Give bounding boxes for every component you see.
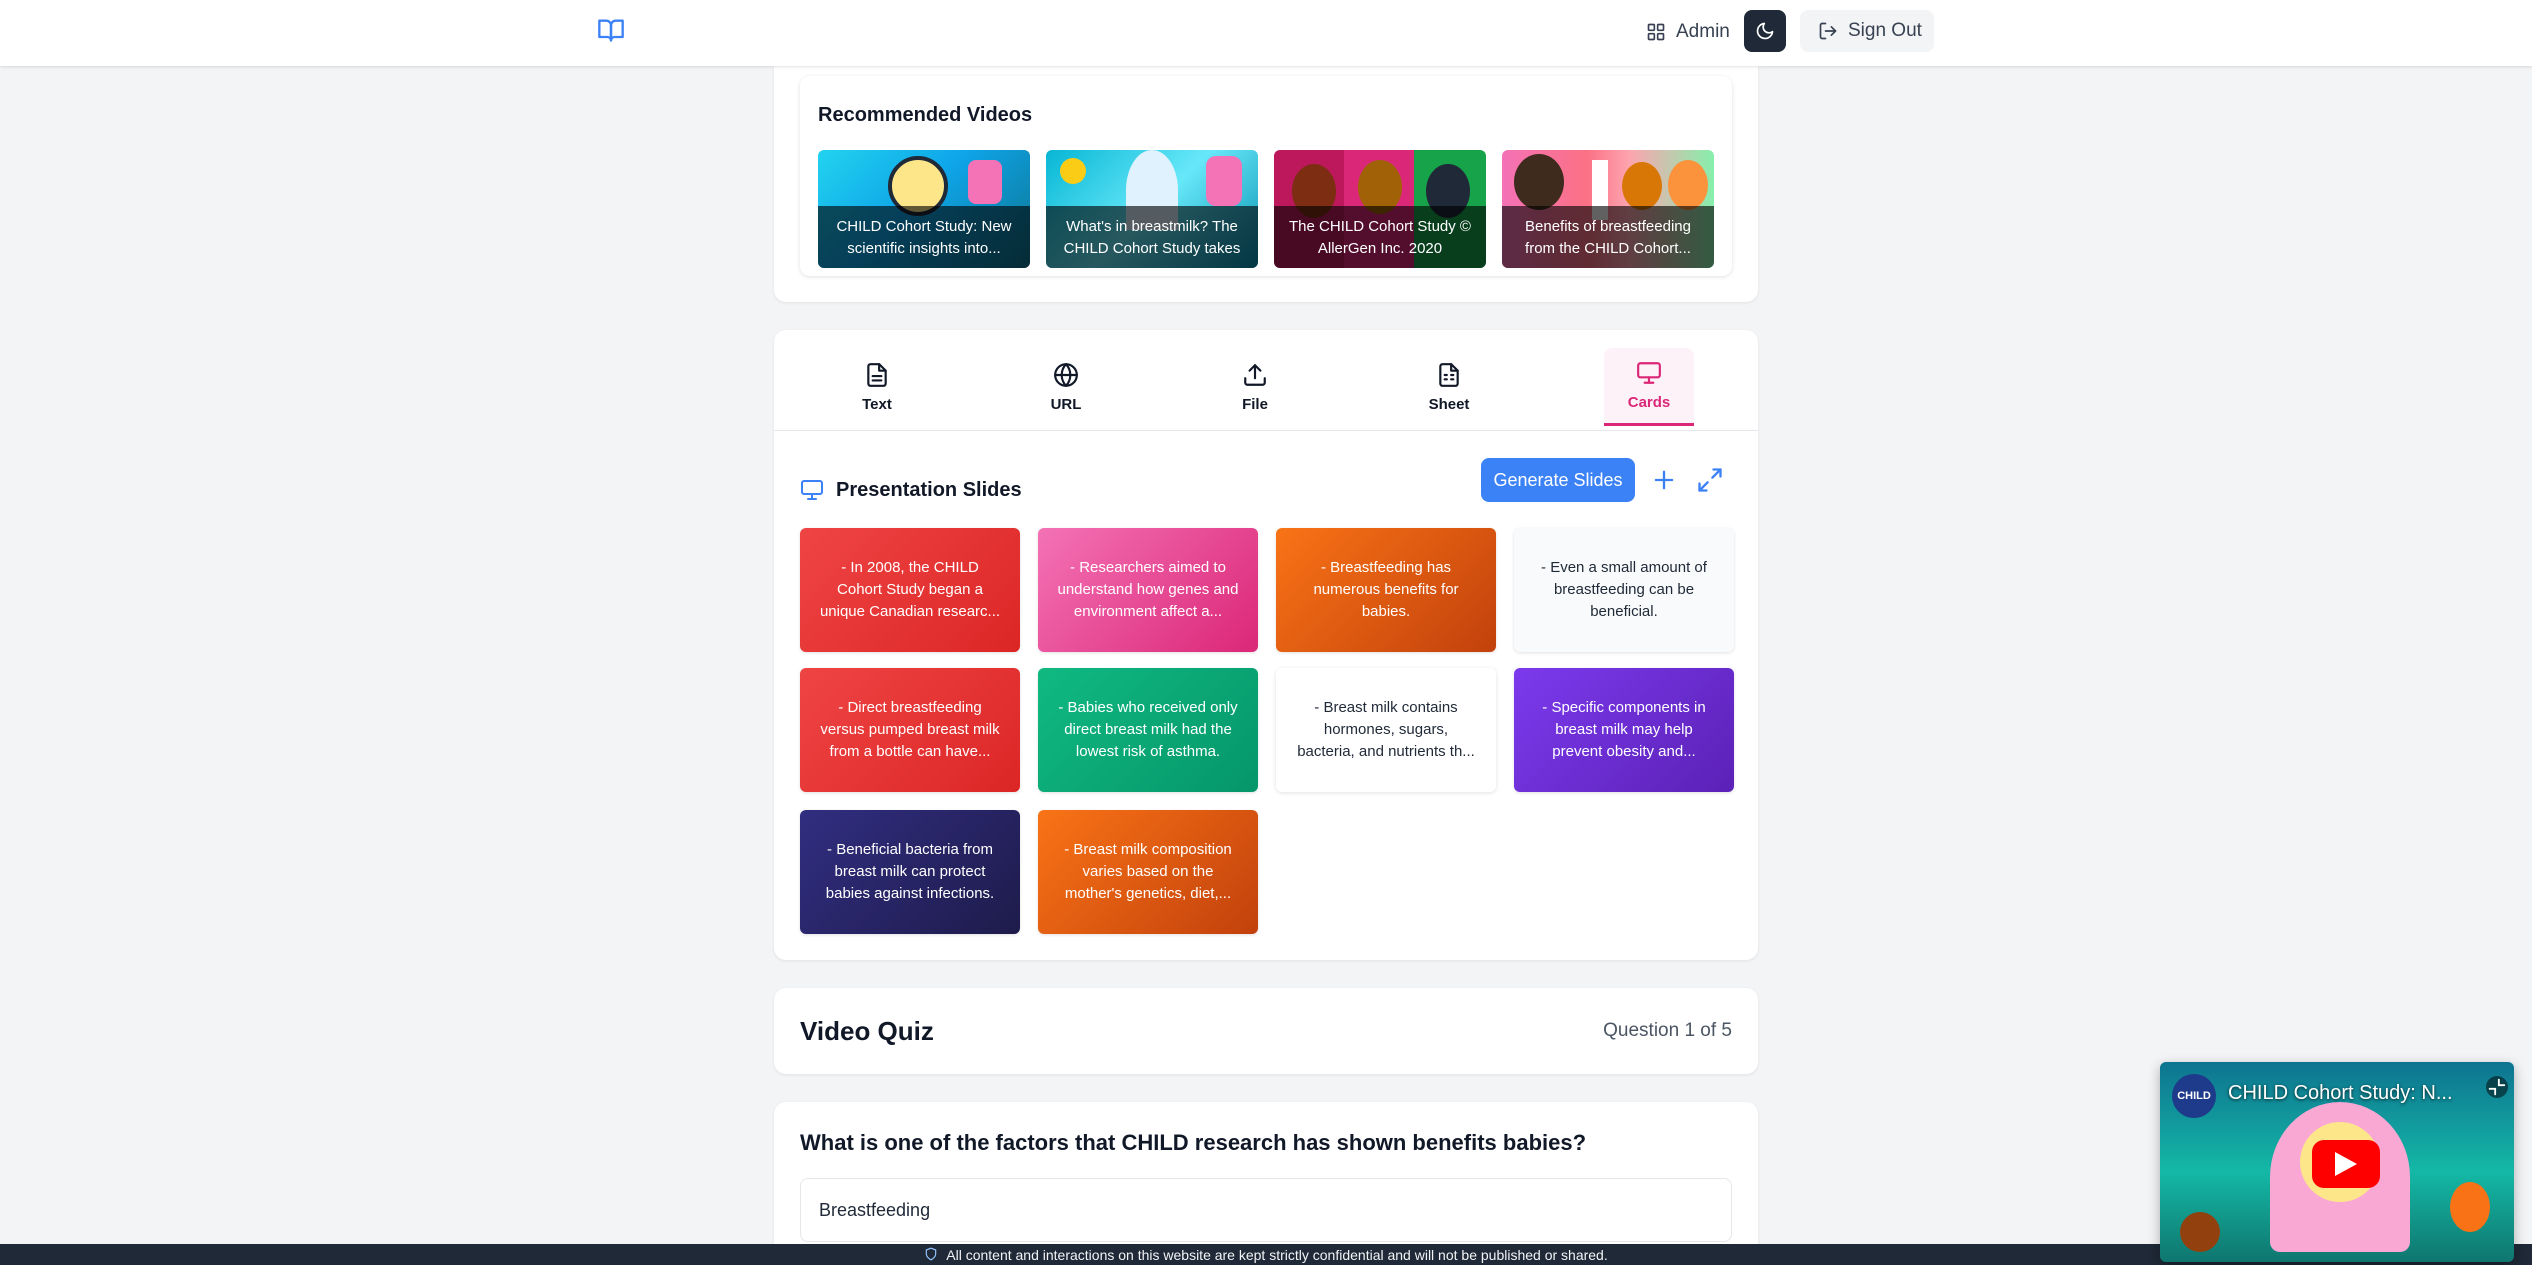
slide-text: - In 2008, the CHILD Cohort Study began … bbox=[819, 559, 1001, 620]
slide-text: - Breastfeeding has numerous benefits fo… bbox=[1313, 559, 1459, 620]
admin-label: Admin bbox=[1676, 21, 1730, 42]
tab-label: Sheet bbox=[1428, 395, 1470, 413]
file-text-icon bbox=[867, 362, 887, 387]
video-quiz-header: Video Quiz Question 1 of 5 bbox=[774, 988, 1758, 1074]
play-icon bbox=[2335, 1152, 2357, 1176]
content-tabs-panel: Text URL File Sheet Cards Presentation S… bbox=[774, 330, 1758, 960]
slide-text: - Direct breastfeeding versus pumped bre… bbox=[820, 699, 1000, 760]
slide-card[interactable]: - Breast milk contains hormones, sugars,… bbox=[1276, 668, 1496, 792]
slide-text: - Beneficial bacteria from breast milk c… bbox=[825, 841, 995, 902]
sheet-icon bbox=[1439, 362, 1459, 387]
video-caption: What's in breastmilk? The CHILD Cohort S… bbox=[1046, 206, 1258, 268]
plus-icon[interactable] bbox=[1650, 466, 1678, 494]
video-caption: CHILD Cohort Study: New scientific insig… bbox=[818, 206, 1030, 268]
sign-out-button[interactable]: Sign Out bbox=[1800, 10, 1934, 52]
moon-icon bbox=[1756, 22, 1774, 40]
shield-icon bbox=[926, 1247, 937, 1261]
tab-label: URL bbox=[1050, 395, 1082, 413]
confidentiality-footer: All content and interactions on this web… bbox=[0, 1244, 2532, 1265]
slide-text: - Breast milk contains hormones, sugars,… bbox=[1297, 699, 1475, 760]
recommended-videos-card: Recommended Videos CHILD Cohort Study: N… bbox=[800, 76, 1732, 276]
slide-card[interactable]: - Breast milk composition varies based o… bbox=[1038, 810, 1258, 934]
upload-icon bbox=[1244, 363, 1266, 386]
top-navbar: Admin Sign Out bbox=[0, 0, 2532, 66]
video-thumbnail[interactable]: The CHILD Cohort Study © AllerGen Inc. 2… bbox=[1274, 150, 1486, 268]
quiz-question: What is one of the factors that CHILD re… bbox=[800, 1130, 1587, 1155]
channel-badge: CHILD bbox=[2172, 1074, 2216, 1118]
video-thumbnail[interactable]: What's in breastmilk? The CHILD Cohort S… bbox=[1046, 150, 1258, 268]
tab-label: Cards bbox=[1627, 394, 1671, 411]
slide-text: - Babies who received only direct breast… bbox=[1058, 699, 1238, 760]
mini-player-title: CHILD Cohort Study: N... bbox=[2228, 1082, 2453, 1104]
video-caption: Benefits of breastfeeding from the CHILD… bbox=[1502, 206, 1714, 268]
presentation-icon bbox=[801, 480, 823, 500]
admin-link[interactable]: Admin bbox=[1640, 14, 1736, 50]
presentation-slides-title: Presentation Slides bbox=[836, 478, 1022, 501]
quiz-question-card: What is one of the factors that CHILD re… bbox=[774, 1102, 1758, 1265]
tab-sheet[interactable]: Sheet bbox=[1404, 348, 1494, 426]
collapse-icon[interactable] bbox=[2486, 1076, 2508, 1098]
presentation-icon bbox=[1637, 362, 1661, 384]
video-thumbnail[interactable]: CHILD Cohort Study: New scientific insig… bbox=[818, 150, 1030, 268]
slide-text: - Specific components in breast milk may… bbox=[1542, 699, 1706, 760]
log-out-icon bbox=[1819, 22, 1837, 40]
video-caption: The CHILD Cohort Study © AllerGen Inc. 2… bbox=[1274, 206, 1486, 268]
tab-url[interactable]: URL bbox=[1021, 348, 1111, 426]
mini-video-player[interactable]: CHILD CHILD Cohort Study: N... bbox=[2160, 1062, 2514, 1262]
slide-text: - Researchers aimed to understand how ge… bbox=[1057, 559, 1239, 620]
tab-label: Text bbox=[862, 395, 892, 413]
slide-card[interactable]: - Direct breastfeeding versus pumped bre… bbox=[800, 668, 1020, 792]
slide-card[interactable]: - Babies who received only direct breast… bbox=[1038, 668, 1258, 792]
book-open-icon[interactable] bbox=[596, 16, 626, 44]
generate-slides-button[interactable]: Generate Slides bbox=[1481, 458, 1635, 502]
expand-icon[interactable] bbox=[1696, 466, 1724, 494]
presentation-slides-heading: Presentation Slides bbox=[800, 478, 1022, 502]
slide-card[interactable]: - Researchers aimed to understand how ge… bbox=[1038, 528, 1258, 652]
play-button[interactable] bbox=[2312, 1140, 2380, 1188]
slide-card[interactable]: - Breastfeeding has numerous benefits fo… bbox=[1276, 528, 1496, 652]
tab-file[interactable]: File bbox=[1210, 348, 1300, 426]
theme-toggle-button[interactable] bbox=[1744, 10, 1786, 52]
video-quiz-title: Video Quiz bbox=[800, 1016, 934, 1046]
video-thumbnail[interactable]: Benefits of breastfeeding from the CHILD… bbox=[1502, 150, 1714, 268]
slide-text: - Even a small amount of breastfeeding c… bbox=[1541, 559, 1707, 620]
grid-icon bbox=[1647, 23, 1665, 41]
slide-card[interactable]: - In 2008, the CHILD Cohort Study began … bbox=[800, 528, 1020, 652]
tab-text[interactable]: Text bbox=[832, 348, 922, 426]
globe-icon bbox=[1054, 362, 1078, 387]
tab-label: File bbox=[1242, 395, 1268, 413]
slide-card[interactable]: - Specific components in breast milk may… bbox=[1514, 668, 1734, 792]
slide-card[interactable]: - Even a small amount of breastfeeding c… bbox=[1514, 528, 1734, 652]
sign-out-label: Sign Out bbox=[1848, 20, 1922, 41]
tab-cards[interactable]: Cards bbox=[1604, 348, 1694, 426]
tabs-divider bbox=[774, 430, 1758, 431]
recommended-videos-title: Recommended Videos bbox=[818, 104, 1033, 126]
slide-text: - Breast milk composition varies based o… bbox=[1064, 841, 1232, 902]
recommended-videos-panel: Recommended Videos CHILD Cohort Study: N… bbox=[774, 66, 1758, 302]
slide-card[interactable]: - Beneficial bacteria from breast milk c… bbox=[800, 810, 1020, 934]
quiz-option[interactable]: Breastfeeding bbox=[800, 1178, 1732, 1242]
question-progress: Question 1 of 5 bbox=[1603, 1020, 1732, 1041]
footer-text: All content and interactions on this web… bbox=[946, 1247, 1608, 1263]
